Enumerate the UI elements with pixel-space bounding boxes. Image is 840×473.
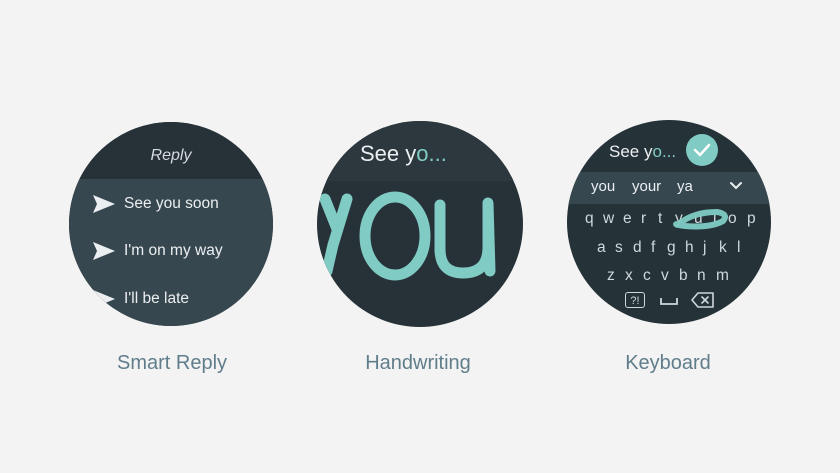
reply-item-label: See you soon xyxy=(124,195,219,212)
key-t[interactable]: t xyxy=(658,210,662,228)
key-g[interactable]: g xyxy=(667,239,676,257)
key-n[interactable]: n xyxy=(697,267,706,285)
key-a[interactable]: a xyxy=(597,239,606,257)
caption-keyboard: Keyboard xyxy=(625,352,711,374)
backspace-icon[interactable] xyxy=(691,292,715,308)
suggestion-bar: you your ya xyxy=(567,172,771,204)
reply-item-label: I'm on my way xyxy=(124,242,223,259)
send-icon xyxy=(93,195,115,213)
keyboard-bottom-row: ?! xyxy=(567,290,771,310)
caption-handwriting: Handwriting xyxy=(365,352,471,374)
reply-list: See you soon I'm on my way I'll be late xyxy=(69,179,273,326)
key-m[interactable]: m xyxy=(716,267,729,285)
reply-header: Reply xyxy=(69,122,273,179)
handwriting-watch: See yo... xyxy=(317,121,523,327)
key-r[interactable]: r xyxy=(641,210,646,228)
key-p[interactable]: p xyxy=(747,210,756,228)
key-b[interactable]: b xyxy=(679,267,688,285)
reply-item-be-late[interactable]: I'll be late xyxy=(93,286,189,312)
smart-reply-watch: Reply See you soon I'm on my way I'll be… xyxy=(69,122,273,326)
key-j[interactable]: j xyxy=(703,239,706,257)
confirm-button[interactable] xyxy=(686,134,718,166)
reply-item-label: I'll be late xyxy=(124,290,189,307)
reply-item-on-my-way[interactable]: I'm on my way xyxy=(93,238,223,264)
suggestion-your[interactable]: your xyxy=(632,178,661,195)
key-e[interactable]: e xyxy=(623,210,632,228)
key-k[interactable]: k xyxy=(719,239,727,257)
chevron-down-icon[interactable] xyxy=(729,181,743,191)
key-s[interactable]: s xyxy=(615,239,623,257)
key-h[interactable]: h xyxy=(685,239,694,257)
key-v[interactable]: v xyxy=(661,267,669,285)
caption-smart-reply: Smart Reply xyxy=(116,352,228,374)
symbols-key[interactable]: ?! xyxy=(625,292,645,308)
keyboard-watch: See yo... you your ya q w e r t y u i o … xyxy=(567,120,771,324)
send-icon xyxy=(93,290,115,308)
key-z[interactable]: z xyxy=(607,267,615,285)
reply-header-title: Reply xyxy=(150,147,192,164)
key-w[interactable]: w xyxy=(603,210,614,228)
key-y[interactable]: y xyxy=(675,210,683,228)
symbols-key-label: ?! xyxy=(630,295,640,307)
suggestion-ya[interactable]: ya xyxy=(677,178,693,195)
key-c[interactable]: c xyxy=(643,267,651,285)
key-i[interactable]: i xyxy=(713,210,716,228)
key-l[interactable]: l xyxy=(737,239,740,257)
check-icon xyxy=(693,143,711,157)
reply-item-see-you-soon[interactable]: See you soon xyxy=(93,191,219,217)
prompt-tail: o... xyxy=(652,142,677,161)
handwriting-ink-you[interactable] xyxy=(317,121,523,327)
key-u[interactable]: u xyxy=(694,210,703,228)
key-o[interactable]: o xyxy=(728,210,737,228)
keyboard-prompt: See yo... xyxy=(609,142,676,162)
suggestion-you[interactable]: you xyxy=(591,178,615,195)
key-x[interactable]: x xyxy=(625,267,633,285)
send-icon xyxy=(93,242,115,260)
key-d[interactable]: d xyxy=(633,239,642,257)
space-icon[interactable] xyxy=(659,296,679,306)
key-q[interactable]: q xyxy=(585,210,594,228)
prompt-prefix: See y xyxy=(609,142,653,161)
key-f[interactable]: f xyxy=(651,239,655,257)
